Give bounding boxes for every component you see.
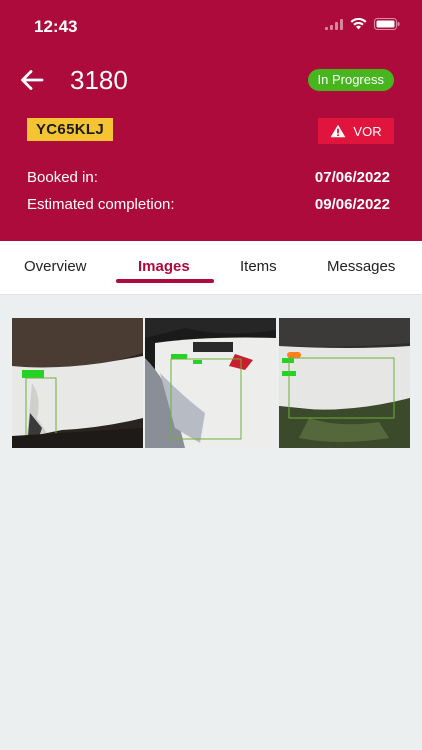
status-icons (325, 18, 400, 30)
warning-icon (331, 124, 346, 138)
tab-items[interactable]: Items (240, 258, 277, 275)
image-gallery (12, 318, 410, 448)
damage-photo-2[interactable] (145, 318, 276, 448)
booked-in-label: Booked in: (27, 169, 98, 186)
registration-plate: YC65KLJ (27, 118, 113, 141)
booked-in-value: 07/06/2022 (314, 169, 390, 186)
estimated-completion-value: 09/06/2022 (314, 196, 390, 213)
estimated-completion-label: Estimated completion: (27, 196, 175, 213)
job-number: 3180 (70, 65, 128, 95)
status-bar: 12:43 (0, 0, 422, 50)
active-tab-indicator (116, 279, 214, 283)
damage-photo-3[interactable] (279, 318, 410, 448)
back-button[interactable] (18, 66, 46, 94)
tab-messages[interactable]: Messages (327, 258, 395, 275)
job-header: 12:43 3180 In Progress YC65KLJ VOR Booke… (0, 0, 422, 241)
vor-badge: VOR (318, 118, 394, 144)
wifi-icon (350, 18, 367, 30)
battery-icon (374, 18, 400, 30)
tab-overview[interactable]: Overview (24, 258, 87, 275)
tab-bar: Overview Images Items Messages (0, 241, 422, 295)
vor-label: VOR (353, 123, 382, 139)
status-badge: In Progress (307, 69, 394, 91)
damage-photo-1[interactable] (12, 318, 143, 448)
arrow-left-icon (21, 70, 44, 90)
tab-images[interactable]: Images (138, 258, 190, 275)
status-time: 12:43 (34, 17, 78, 36)
signal-icon (325, 18, 343, 30)
